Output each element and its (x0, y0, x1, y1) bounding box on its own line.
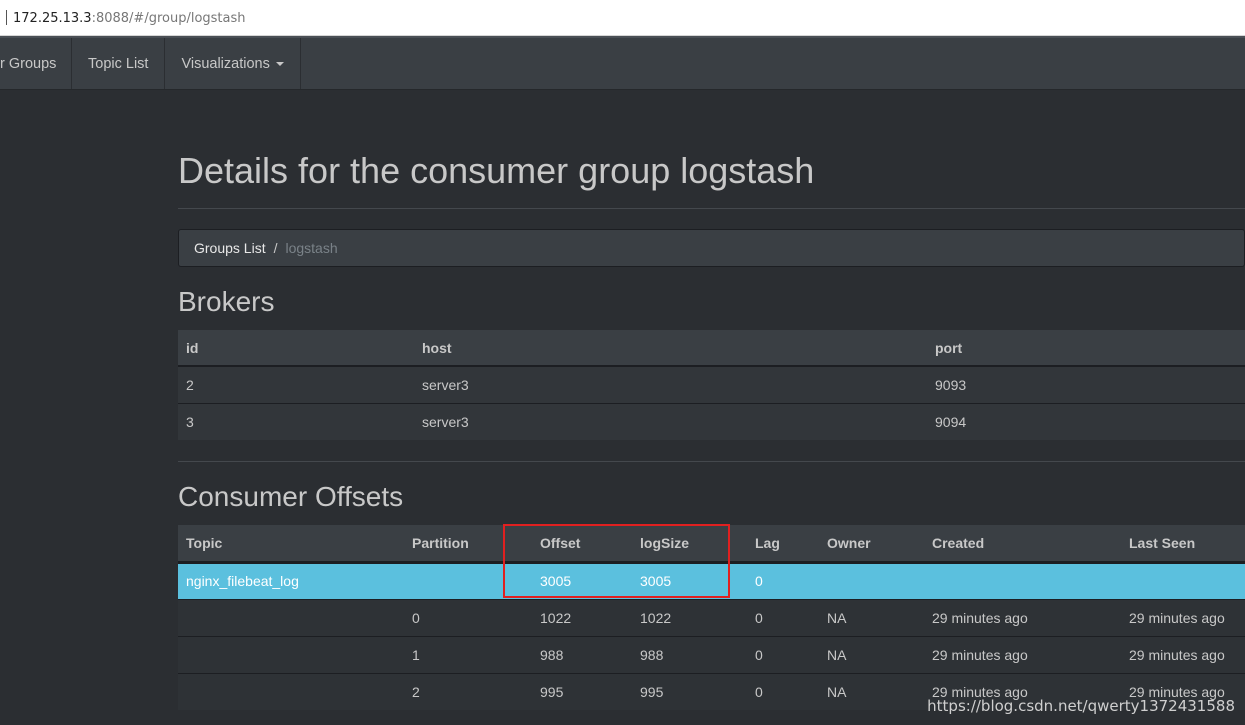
caret-down-icon (275, 61, 284, 66)
address-bar[interactable]: 172.25.13.3:8088/#/group/logstash (0, 0, 1245, 36)
owner-cell: NA (819, 672, 924, 710)
owner-cell: NA (819, 598, 924, 636)
owner-cell: NA (819, 635, 924, 673)
breadcrumb: Groups List / logstash (178, 229, 1245, 267)
owner-cell (819, 562, 924, 599)
created-cell: 29 minutes ago (924, 598, 1121, 636)
lag-cell: 0 (747, 635, 819, 673)
column-header-last-seen: Last Seen (1121, 525, 1245, 564)
consumer-offsets-heading: Consumer Offsets (178, 481, 404, 512)
breadcrumb-current: logstash (285, 240, 338, 256)
topic-row[interactable]: nginx_filebeat_log 3005 3005 0 (178, 562, 1245, 599)
brokers-heading: Brokers (178, 286, 275, 317)
broker-port: 9094 (927, 402, 1245, 440)
broker-id: 2 (178, 365, 414, 403)
last-seen-cell (1121, 562, 1245, 599)
topic-cell (178, 635, 404, 673)
nav-visualizations-dropdown[interactable]: Visualizations (165, 38, 301, 89)
table-header-row: id host port (178, 330, 1245, 367)
column-header-host: host (414, 330, 927, 367)
column-header-offset: Offset (532, 525, 632, 564)
page-title: Details for the consumer group logstash (178, 150, 815, 191)
table-row: 1 988 988 0 NA 29 minutes ago 29 minutes… (178, 635, 1245, 673)
partition-cell (404, 562, 532, 599)
offset-cell: 988 (532, 635, 632, 673)
column-header-owner: Owner (819, 525, 924, 564)
url-host: 172.25.13.3 (13, 11, 92, 26)
broker-id: 3 (178, 402, 414, 440)
section-divider (178, 461, 1245, 462)
breadcrumb-groups-list-link[interactable]: Groups List (194, 240, 266, 256)
top-navbar: r Groups Topic List Visualizations (0, 36, 1245, 90)
topic-cell (178, 598, 404, 636)
column-header-id: id (178, 330, 414, 367)
column-header-logsize: logSize (632, 525, 747, 564)
logsize-cell: 3005 (632, 562, 747, 599)
lag-cell: 0 (747, 598, 819, 636)
partition-cell: 0 (404, 598, 532, 636)
nav-topic-list-label: Topic List (88, 55, 149, 72)
table-header-row: Topic Partition Offset logSize Lag Owner… (178, 525, 1245, 564)
lag-cell: 0 (747, 672, 819, 710)
offset-cell: 1022 (532, 598, 632, 636)
text-cursor (6, 10, 7, 25)
topic-name: nginx_filebeat_log (178, 562, 404, 599)
created-cell: 29 minutes ago (924, 635, 1121, 673)
column-header-port: port (927, 330, 1245, 367)
url-path: :8088/#/group/logstash (91, 11, 246, 26)
column-header-topic: Topic (178, 525, 404, 564)
table-row: 3 server3 9094 (178, 402, 1245, 440)
title-divider (178, 208, 1245, 209)
column-header-created: Created (924, 525, 1121, 564)
nav-visualizations-label: Visualizations (181, 55, 270, 72)
logsize-cell: 995 (632, 672, 747, 710)
nav-topic-list[interactable]: Topic List (72, 38, 166, 89)
consumer-offsets-table: Topic Partition Offset logSize Lag Owner… (178, 525, 1245, 710)
breadcrumb-separator: / (273, 240, 278, 256)
topic-cell (178, 672, 404, 710)
broker-host: server3 (414, 402, 927, 440)
partition-cell: 2 (404, 672, 532, 710)
column-header-partition: Partition (404, 525, 532, 564)
lag-cell: 0 (747, 562, 819, 599)
partition-cell: 1 (404, 635, 532, 673)
watermark: https://blog.csdn.net/qwerty1372431588 (927, 697, 1235, 715)
broker-port: 9093 (927, 365, 1245, 403)
offset-cell: 3005 (532, 562, 632, 599)
last-seen-cell: 29 minutes ago (1121, 598, 1245, 636)
broker-host: server3 (414, 365, 927, 403)
nav-consumer-groups[interactable]: r Groups (0, 38, 72, 89)
logsize-cell: 988 (632, 635, 747, 673)
table-row: 2 server3 9093 (178, 365, 1245, 403)
created-cell (924, 562, 1121, 599)
column-header-lag: Lag (747, 525, 819, 564)
last-seen-cell: 29 minutes ago (1121, 635, 1245, 673)
table-row: 0 1022 1022 0 NA 29 minutes ago 29 minut… (178, 598, 1245, 636)
offset-cell: 995 (532, 672, 632, 710)
logsize-cell: 1022 (632, 598, 747, 636)
nav-consumer-groups-label: r Groups (0, 55, 57, 72)
brokers-table: id host port 2 server3 9093 3 server3 90… (178, 330, 1245, 440)
